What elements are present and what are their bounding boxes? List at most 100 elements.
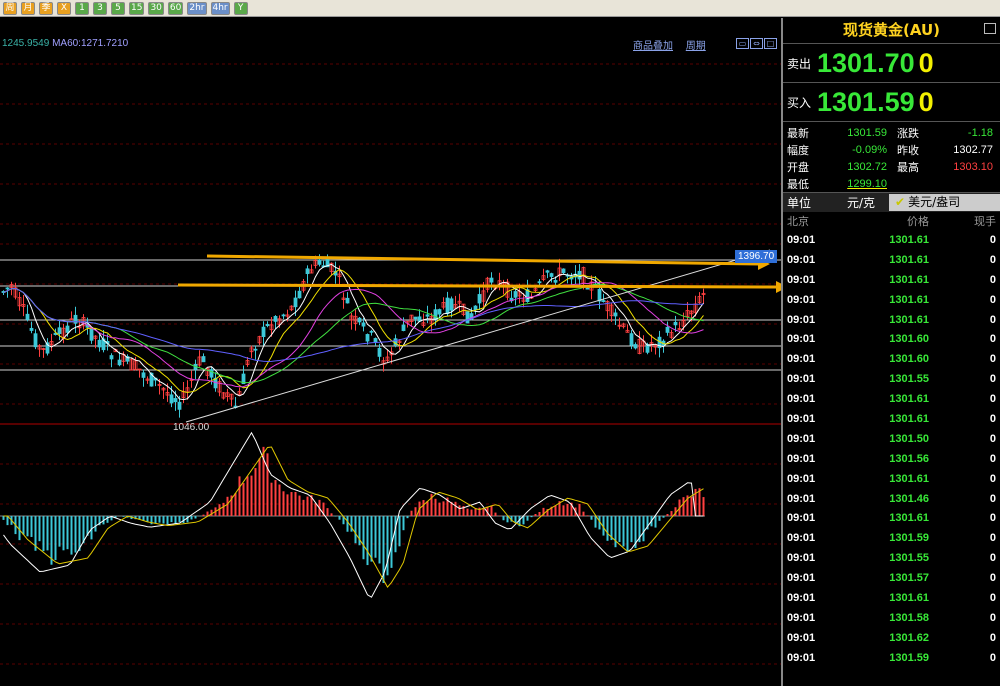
unit-option-usd[interactable]: ✔ 美元/盎司 bbox=[889, 194, 1000, 211]
period-1min-button[interactable]: 1 bbox=[75, 1, 89, 15]
candle-body bbox=[345, 297, 350, 304]
panel-window-icon[interactable] bbox=[984, 23, 996, 34]
tick-header-price: 价格 bbox=[907, 215, 929, 228]
arrow-line bbox=[177, 283, 779, 289]
candle-body bbox=[489, 277, 494, 283]
candle-body bbox=[117, 359, 122, 366]
stat-value: -0.09% bbox=[852, 143, 887, 156]
tick-time: 09:01 bbox=[787, 432, 816, 445]
tick-row: 09:01 1301.61 0 bbox=[783, 389, 1000, 409]
candle-body bbox=[513, 291, 518, 298]
tick-price: 1301.62 bbox=[889, 631, 929, 644]
tick-price: 1301.61 bbox=[889, 313, 929, 326]
unit-selector: 单位 元/克 ✔ 美元/盎司 bbox=[783, 192, 1000, 212]
candle-body bbox=[357, 317, 362, 323]
restore-icon[interactable]: ⇔ bbox=[750, 38, 763, 49]
period-5min-button[interactable]: 5 bbox=[111, 1, 125, 15]
tick-list[interactable]: 09:01 1301.61 0 09:01 1301.61 0 09:01 1301.61 0 0… bbox=[783, 230, 1000, 668]
period-month-button[interactable]: 月 bbox=[21, 1, 35, 15]
candle-body bbox=[477, 294, 482, 304]
tick-volume: 0 bbox=[989, 313, 996, 326]
tick-time: 09:01 bbox=[787, 412, 816, 425]
candle-body bbox=[253, 348, 258, 351]
candle-body bbox=[369, 330, 374, 333]
minimize-icon[interactable]: ▭ bbox=[736, 38, 749, 49]
candle-body bbox=[173, 398, 178, 403]
unit-option-label: 美元/盎司 bbox=[908, 195, 961, 209]
candle-body bbox=[553, 280, 558, 283]
tick-row: 09:01 1301.61 0 bbox=[783, 270, 1000, 290]
stat-value: 1301.59 bbox=[847, 126, 887, 139]
sell-quote: 卖出 1301.70 0 bbox=[783, 43, 1000, 82]
period-15min-button[interactable]: 15 bbox=[129, 1, 145, 15]
tick-volume: 0 bbox=[989, 512, 996, 525]
tick-volume: 0 bbox=[989, 353, 996, 366]
tick-price: 1301.60 bbox=[889, 333, 929, 346]
period-3min-button[interactable]: 3 bbox=[93, 1, 107, 15]
period-4hr-button[interactable]: 4hr bbox=[210, 1, 230, 15]
candle-body bbox=[665, 326, 670, 333]
candle-body bbox=[561, 268, 566, 274]
tick-time: 09:01 bbox=[787, 393, 816, 406]
instrument-name: 现货黄金(AU) bbox=[842, 21, 941, 39]
tick-row: 09:01 1301.60 0 bbox=[783, 349, 1000, 369]
chart-canvas[interactable] bbox=[0, 18, 781, 686]
stat-row: 开盘 1302.72 最高 1303.10 bbox=[787, 158, 996, 175]
candle-body bbox=[361, 322, 366, 327]
tick-volume: 0 bbox=[989, 452, 996, 465]
period-x-button[interactable]: X bbox=[57, 1, 71, 15]
period-60min-button[interactable]: 60 bbox=[167, 1, 184, 15]
tick-volume: 0 bbox=[989, 591, 996, 604]
tick-price: 1301.61 bbox=[889, 253, 929, 266]
tick-row: 09:01 1301.62 0 bbox=[783, 628, 1000, 648]
stat-row: 最新 1301.59 涨跌 -1.18 bbox=[787, 124, 996, 141]
period-year-button[interactable]: Y bbox=[233, 1, 248, 15]
sell-price: 1301.70 bbox=[817, 47, 915, 78]
tick-volume: 0 bbox=[989, 651, 996, 664]
tick-time: 09:01 bbox=[787, 293, 816, 306]
price-marker-tag: 1396.70 bbox=[735, 250, 778, 263]
check-icon: ✔ bbox=[895, 195, 906, 209]
ma-value-1: 1245.9549 bbox=[2, 38, 50, 49]
tick-price: 1301.59 bbox=[889, 651, 929, 664]
candle-body bbox=[97, 339, 102, 348]
tick-price: 1301.61 bbox=[889, 273, 929, 286]
candle-body bbox=[473, 305, 478, 310]
stat-label: 最低 bbox=[787, 177, 809, 191]
candle-body bbox=[549, 273, 554, 277]
tick-price: 1301.57 bbox=[889, 572, 929, 585]
overlay-link[interactable]: 商品叠加 bbox=[633, 41, 673, 52]
period-link[interactable]: 周期 bbox=[686, 41, 706, 52]
tick-volume: 0 bbox=[989, 412, 996, 425]
tick-row: 09:01 1301.61 0 bbox=[783, 290, 1000, 310]
tick-time: 09:01 bbox=[787, 591, 816, 604]
stat-row: 幅度 -0.09% 昨收 1302.77 bbox=[787, 141, 996, 158]
tick-time: 09:01 bbox=[787, 552, 816, 565]
macd-dif-line bbox=[3, 431, 704, 598]
candle-body bbox=[5, 287, 10, 290]
tick-row: 09:01 1301.61 0 bbox=[783, 230, 1000, 250]
tick-time: 09:01 bbox=[787, 532, 816, 545]
candlestick-chart[interactable]: 1245.9549 MA60:1271.7210 商品叠加 周期 ▭ ⇔ □ 1… bbox=[0, 18, 781, 686]
tick-price: 1301.61 bbox=[889, 591, 929, 604]
period-week-button[interactable]: 周 bbox=[3, 1, 17, 15]
sell-volume: 0 bbox=[918, 47, 934, 78]
unit-value[interactable]: 元/克 bbox=[833, 194, 889, 211]
tick-row: 09:01 1301.61 0 bbox=[783, 508, 1000, 528]
period-30min-button[interactable]: 30 bbox=[148, 1, 164, 15]
tick-price: 1301.61 bbox=[889, 393, 929, 406]
candle-body bbox=[545, 270, 550, 273]
tick-volume: 0 bbox=[989, 572, 996, 585]
candle-body bbox=[65, 325, 70, 333]
stat-value: 1302.77 bbox=[953, 143, 993, 156]
maximize-icon[interactable]: □ bbox=[764, 38, 777, 49]
period-2hr-button[interactable]: 2hr bbox=[187, 1, 207, 15]
instrument-title: 现货黄金(AU) bbox=[783, 18, 1000, 43]
period-quarter-button[interactable]: 季 bbox=[39, 1, 53, 15]
tick-row: 09:01 1301.61 0 bbox=[783, 469, 1000, 489]
stat-value: 1302.72 bbox=[847, 160, 887, 173]
stat-value: 1303.10 bbox=[953, 160, 993, 173]
chart-links: 商品叠加 周期 bbox=[633, 37, 716, 52]
candle-body bbox=[585, 287, 590, 290]
tick-volume: 0 bbox=[989, 233, 996, 246]
